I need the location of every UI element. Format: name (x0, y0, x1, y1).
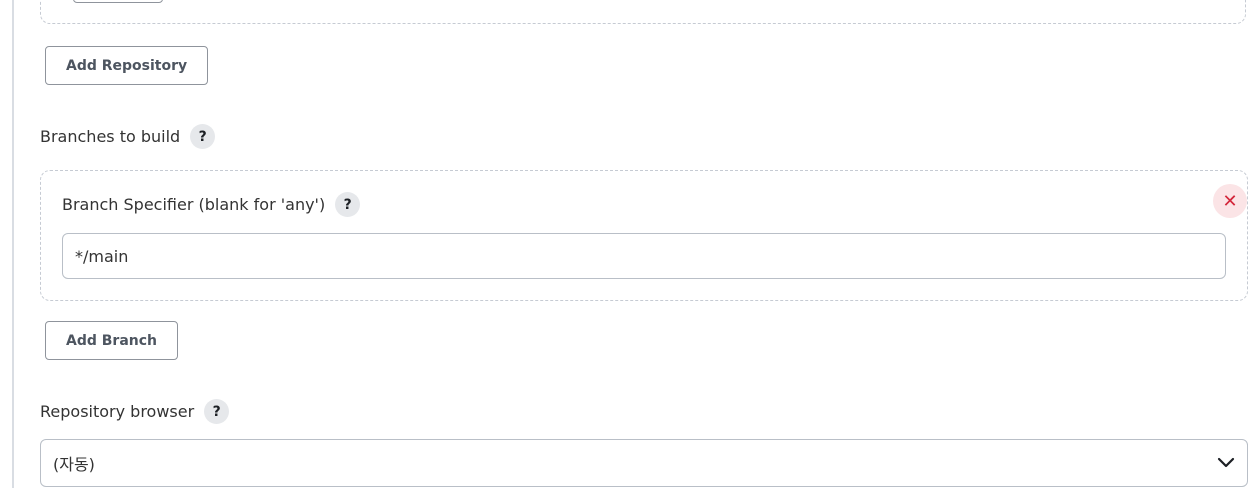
branches-to-build-label-row: Branches to build ? (40, 124, 216, 149)
section-divider (12, 0, 14, 488)
question-mark-icon[interactable]: ? (335, 192, 361, 217)
question-mark-icon[interactable]: ? (190, 124, 216, 149)
repository-browser-selected-value: (자동) (53, 455, 95, 474)
branch-specifier-input[interactable]: */main (62, 233, 1226, 279)
close-icon[interactable]: ✕ (1213, 184, 1247, 218)
add-branch-button[interactable]: Add Branch (45, 321, 179, 360)
branch-specifier-label-row: Branch Specifier (blank for 'any') ? (62, 192, 361, 217)
repository-block (40, 0, 1246, 24)
chevron-down-icon (1217, 457, 1235, 469)
repository-advanced-button[interactable] (73, 0, 163, 3)
branches-to-build-label: Branches to build (40, 127, 181, 146)
branch-specifier-label: Branch Specifier (blank for 'any') (62, 195, 326, 214)
repository-browser-select[interactable]: (자동) (40, 439, 1248, 487)
repository-browser-label-row: Repository browser ? (40, 399, 230, 424)
repository-browser-label: Repository browser (40, 402, 195, 421)
add-repository-button[interactable]: Add Repository (45, 46, 209, 85)
branch-block: Branch Specifier (blank for 'any') ? ✕ *… (40, 170, 1248, 301)
scm-config-panel: Add Repository Branches to build ? Branc… (0, 0, 1249, 488)
question-mark-icon[interactable]: ? (204, 399, 230, 424)
